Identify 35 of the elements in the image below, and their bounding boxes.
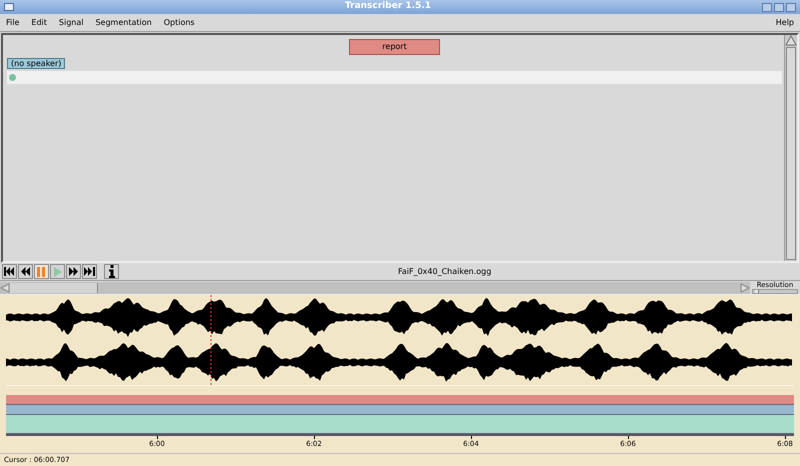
transport-button[interactable] [66, 264, 81, 279]
transport-button[interactable] [2, 264, 17, 279]
info-icon [108, 265, 116, 278]
segment-track[interactable] [6, 405, 794, 415]
slider-thumb[interactable] [755, 290, 760, 293]
speaker-button[interactable]: (no speaker) [7, 58, 66, 69]
info-button[interactable] [104, 264, 119, 279]
help-menu[interactable]: Help [776, 16, 794, 28]
menu-item[interactable]: Edit [31, 16, 47, 28]
resolution-slider[interactable] [752, 289, 798, 294]
window-menu-icon[interactable] [4, 3, 14, 11]
transport-button[interactable] [18, 264, 33, 279]
vertical-scrollbar[interactable] [784, 35, 797, 261]
transport-button[interactable] [82, 264, 97, 279]
skip-start-icon [4, 267, 15, 276]
menu-item[interactable]: Options [164, 16, 195, 28]
fast-forward-icon [69, 267, 78, 276]
segment-track[interactable] [6, 395, 794, 405]
skip-end-icon [84, 267, 95, 276]
rewind-icon [21, 267, 30, 276]
section-button[interactable]: report [349, 39, 440, 55]
play-icon [54, 266, 62, 276]
window-title: Transcriber 1.5.1 [344, 0, 432, 14]
horizontal-scrollbar[interactable] [0, 282, 750, 294]
scrollbar-thumb[interactable] [10, 282, 98, 292]
file-name: FaiF_0x40_Chaiken.ogg [398, 266, 492, 278]
pause-icon [37, 266, 46, 276]
scroll-right-icon[interactable] [740, 282, 750, 292]
menu-item[interactable]: Signal [58, 16, 84, 28]
menu-item[interactable]: File [6, 16, 20, 28]
segment-track[interactable] [6, 415, 794, 434]
scrollbar-thumb[interactable] [786, 47, 796, 260]
menu-item[interactable]: Segmentation [95, 16, 152, 28]
sync-point-icon[interactable] [9, 74, 16, 81]
scroll-left-icon[interactable] [0, 282, 10, 292]
